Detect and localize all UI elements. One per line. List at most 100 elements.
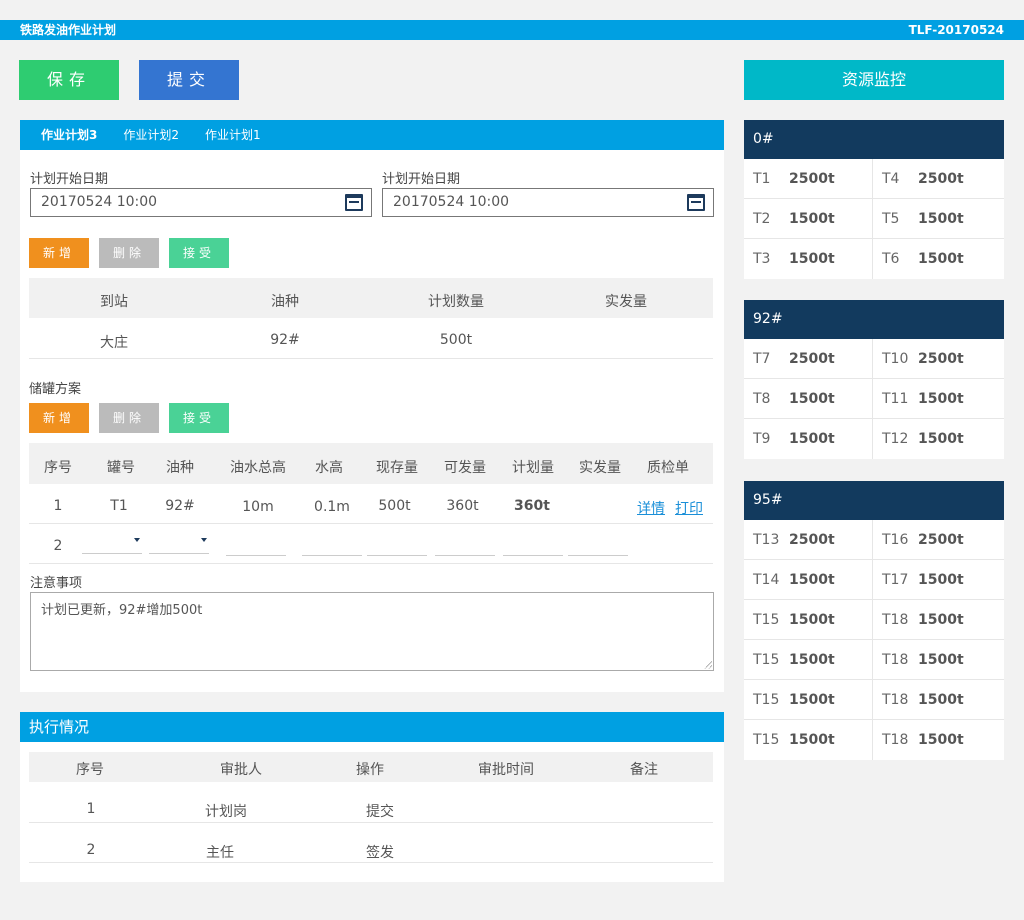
detail-link[interactable]: 详情 xyxy=(634,498,668,518)
tank-capacity-item: T18 1500t xyxy=(882,680,998,720)
calendar-icon[interactable] xyxy=(345,194,363,211)
resource-row: T15 1500t T18 1500t xyxy=(744,680,1004,720)
end-date-value: 20170524 10:00 xyxy=(393,194,510,210)
calendar-icon[interactable] xyxy=(687,194,705,211)
row-divider xyxy=(29,358,713,359)
execution-title: 执行情况 xyxy=(20,712,724,742)
tank-capacity-item: T18 1500t xyxy=(882,720,998,760)
tank-accept-button[interactable]: 接受 xyxy=(169,403,229,433)
tank-capacity-item: T15 1500t xyxy=(753,600,869,640)
tank-capacity: 1500t xyxy=(918,211,964,227)
chevron-down-icon xyxy=(201,538,207,542)
actual-qty-input[interactable] xyxy=(568,536,628,556)
resource-row: T13 2500t T16 2500t xyxy=(744,520,1004,560)
tank-capacity: 2500t xyxy=(789,532,835,548)
end-date-field[interactable]: 20170524 10:00 xyxy=(382,188,714,217)
tank-capacity: 1500t xyxy=(789,211,835,227)
tank-header-oil: 油种 xyxy=(166,460,194,476)
start-date-field[interactable]: 20170524 10:00 xyxy=(30,188,372,217)
notes-textarea[interactable]: 计划已更新，92#增加500t xyxy=(30,592,714,671)
tank-name: T14 xyxy=(753,572,780,588)
tank-header-index: 序号 xyxy=(44,460,72,476)
tank-cell-available: 360t xyxy=(446,498,479,514)
tank-capacity-item: T18 1500t xyxy=(882,640,998,680)
tank-capacity-item: T9 1500t xyxy=(753,419,869,459)
tank-name: T18 xyxy=(882,612,909,628)
tank-name: T15 xyxy=(753,692,780,708)
resource-row: T7 2500t T10 2500t xyxy=(744,339,1004,379)
tank-header-available: 可发量 xyxy=(444,460,486,476)
tank-capacity-item: T17 1500t xyxy=(882,560,998,600)
tab-plan-1[interactable]: 作业计划1 xyxy=(192,120,274,150)
tank-capacity: 1500t xyxy=(918,251,964,267)
print-link[interactable]: 打印 xyxy=(672,498,706,518)
tank-capacity: 2500t xyxy=(918,351,964,367)
tank-capacity: 1500t xyxy=(918,652,964,668)
tab-plan-2[interactable]: 作业计划2 xyxy=(110,120,192,150)
tank-name: T15 xyxy=(753,732,780,748)
tank-capacity-item: T15 1500t xyxy=(753,720,869,760)
tank-capacity: 1500t xyxy=(918,572,964,588)
app-title: 铁路发油作业计划 xyxy=(20,23,117,37)
tank-capacity-item: T12 1500t xyxy=(882,419,998,459)
tank-capacity: 2500t xyxy=(918,532,964,548)
total-height-input[interactable] xyxy=(226,536,286,556)
tank-capacity: 1500t xyxy=(789,652,835,668)
resource-row: T2 1500t T5 1500t xyxy=(744,199,1004,239)
available-input[interactable] xyxy=(435,536,495,556)
tank-capacity: 1500t xyxy=(789,251,835,267)
submit-button[interactable]: 提交 xyxy=(139,60,239,100)
exec-header-approver: 审批人 xyxy=(220,762,262,778)
plan-panel: 作业计划3 作业计划2 作业计划1 计划开始日期 20170524 10:00 … xyxy=(20,120,724,692)
tank-name: T17 xyxy=(882,572,909,588)
tank-header-plan: 计划量 xyxy=(512,460,554,476)
tank-header-quality: 质检单 xyxy=(647,460,689,476)
tab-plan-3[interactable]: 作业计划3 xyxy=(28,120,110,150)
stock-input[interactable] xyxy=(367,536,427,556)
tank-header-tank: 罐号 xyxy=(107,460,135,476)
tank-name: T3 xyxy=(753,251,771,267)
save-button[interactable]: 保存 xyxy=(19,60,119,100)
tank-name: T7 xyxy=(753,351,771,367)
tank-name: T2 xyxy=(753,211,771,227)
tank-name: T9 xyxy=(753,431,771,447)
tank-section-label: 储罐方案 xyxy=(29,382,82,397)
tank-name: T16 xyxy=(882,532,909,548)
dest-header-oil: 油种 xyxy=(271,294,299,310)
resize-handle-icon[interactable] xyxy=(704,661,712,669)
tank-capacity: 1500t xyxy=(789,732,835,748)
tank-header-actual: 实发量 xyxy=(579,460,621,476)
tank-cell-stock: 500t xyxy=(378,498,411,514)
exec-cell-index: 2 xyxy=(86,842,96,858)
tank-capacity-item: T3 1500t xyxy=(753,239,869,279)
oil-select[interactable] xyxy=(149,534,209,554)
resource-monitor-button[interactable]: 资源监控 xyxy=(744,60,1004,100)
new-row-index: 2 xyxy=(53,538,63,554)
tank-capacity-item: T11 1500t xyxy=(882,379,998,419)
resource-row: T9 1500t T12 1500t xyxy=(744,419,1004,459)
tank-capacity-item: T13 2500t xyxy=(753,520,869,560)
tank-cell-plan: 360t xyxy=(514,498,550,514)
tank-delete-button[interactable]: 删除 xyxy=(99,403,159,433)
row-divider xyxy=(29,862,713,863)
dest-add-button[interactable]: 新增 xyxy=(29,238,89,268)
dest-header-station: 到站 xyxy=(100,294,128,310)
tank-cell-tank: T1 xyxy=(110,498,128,514)
tank-header-stock: 现存量 xyxy=(376,460,418,476)
dest-delete-button[interactable]: 删除 xyxy=(99,238,159,268)
dest-accept-button[interactable]: 接受 xyxy=(169,238,229,268)
tank-name: T18 xyxy=(882,732,909,748)
tank-capacity: 1500t xyxy=(918,612,964,628)
tank-capacity-item: T2 1500t xyxy=(753,199,869,239)
resource-group: 92# T7 2500t T10 2500t T8 1500t T11 1500t T9 1500t… xyxy=(744,300,1004,459)
tank-select[interactable] xyxy=(82,534,142,554)
resource-group-title: 0# xyxy=(744,120,1004,159)
tank-capacity: 2500t xyxy=(789,351,835,367)
water-height-input[interactable] xyxy=(302,536,362,556)
plan-qty-input[interactable] xyxy=(503,536,563,556)
tank-add-button[interactable]: 新增 xyxy=(29,403,89,433)
resource-row: T8 1500t T11 1500t xyxy=(744,379,1004,419)
resource-row: T3 1500t T6 1500t xyxy=(744,239,1004,279)
start-date-value: 20170524 10:00 xyxy=(41,194,158,210)
tank-name: T12 xyxy=(882,431,909,447)
